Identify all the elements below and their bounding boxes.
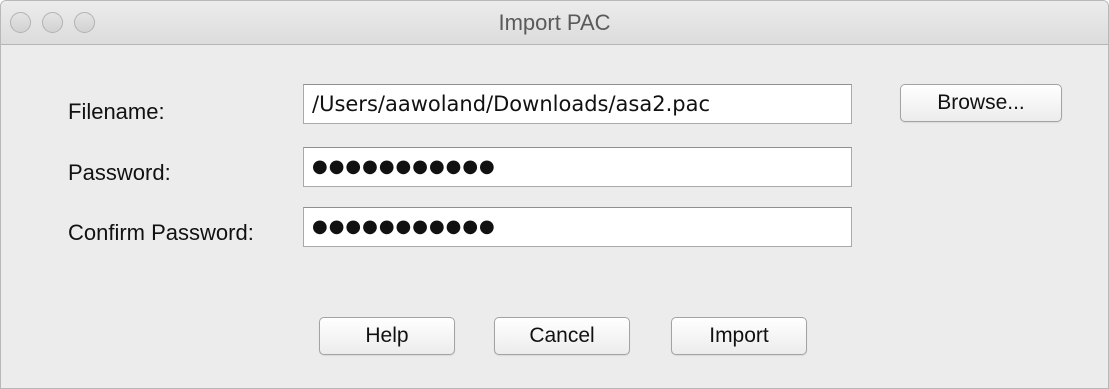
cancel-button[interactable]: Cancel <box>494 317 630 355</box>
dialog-content: Filename: /Users/aawoland/Downloads/asa2… <box>1 45 1108 388</box>
title-bar: Import PAC <box>1 1 1108 45</box>
help-button[interactable]: Help <box>319 317 455 355</box>
window-title: Import PAC <box>498 10 611 35</box>
confirm-password-field[interactable]: ●●●●●●●●●●● <box>303 207 852 247</box>
import-button[interactable]: Import <box>671 317 807 355</box>
filename-label: Filename: <box>68 99 165 124</box>
password-field[interactable]: ●●●●●●●●●●● <box>303 147 852 187</box>
browse-button[interactable]: Browse... <box>900 84 1062 122</box>
import-pac-dialog: Import PAC Filename: /Users/aawoland/Dow… <box>0 0 1109 389</box>
password-label: Password: <box>68 160 171 185</box>
confirm-password-label: Confirm Password: <box>68 220 254 245</box>
filename-field[interactable]: /Users/aawoland/Downloads/asa2.pac <box>303 84 852 124</box>
